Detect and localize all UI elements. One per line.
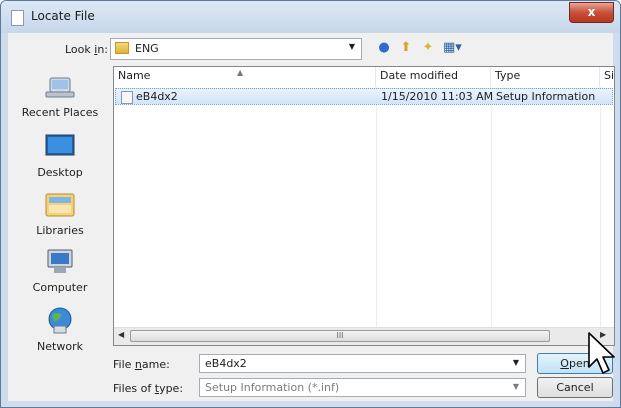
look-in-label: Look in:	[65, 43, 109, 56]
file-date-cell: 1/15/2010 11:03 AM	[381, 90, 494, 103]
computer-icon	[42, 247, 78, 277]
back-icon[interactable]: ●	[376, 40, 392, 56]
column-header-type[interactable]: Type	[491, 67, 600, 87]
locate-file-dialog: Locate File x Look in: ENG ▼ ● ⬆ ✦ ▦▾ Re	[0, 0, 621, 408]
close-button[interactable]: x	[569, 2, 614, 23]
file-name-cell: eB4dx2	[136, 90, 178, 103]
column-divider	[491, 87, 492, 337]
place-recent-places[interactable]: Recent Places	[10, 72, 110, 119]
place-network[interactable]: Network	[10, 306, 110, 353]
window-title: Locate File	[31, 9, 95, 23]
dialog-body: Look in: ENG ▼ ● ⬆ ✦ ▦▾ Recent Places De…	[8, 33, 615, 401]
document-icon	[11, 10, 24, 26]
file-type-dropdown[interactable]: Setup Information (*.inf) ▼	[199, 378, 526, 397]
places-bar: Recent Places Desktop Libraries Computer…	[10, 66, 110, 356]
look-in-dropdown[interactable]: ENG ▼	[110, 38, 362, 60]
column-divider	[376, 87, 377, 337]
file-name-label: File name:	[113, 358, 170, 371]
place-label: Libraries	[36, 224, 84, 237]
chevron-down-icon[interactable]: ▼	[513, 358, 519, 367]
file-row[interactable]: eB4dx2 1/15/2010 11:03 AM Setup Informat…	[115, 88, 613, 105]
network-icon	[42, 306, 78, 336]
file-type-label: Files of type:	[113, 382, 184, 395]
place-label: Recent Places	[21, 106, 99, 119]
sort-ascending-icon: ▲	[237, 68, 244, 77]
place-label: Desktop	[37, 166, 83, 179]
file-type-value: Setup Information (*.inf)	[205, 381, 340, 394]
place-label: Network	[37, 340, 83, 353]
place-computer[interactable]: Computer	[10, 247, 110, 294]
place-label: Computer	[32, 281, 88, 294]
file-list[interactable]: Name ▲ Date modified Type Siz eB4dx2 1/1…	[113, 66, 615, 346]
place-libraries[interactable]: Libraries	[10, 190, 110, 237]
up-folder-icon[interactable]: ⬆	[398, 40, 414, 56]
horizontal-scrollbar[interactable]: ◀ III ▶	[114, 327, 614, 345]
column-header-date-modified[interactable]: Date modified	[376, 67, 491, 87]
chevron-down-icon: ▼	[512, 382, 519, 391]
recent-places-icon	[42, 72, 78, 102]
column-headers: Name ▲ Date modified Type Siz	[114, 67, 614, 87]
scrollbar-thumb[interactable]: III	[130, 330, 550, 342]
column-header-name[interactable]: Name ▲	[114, 67, 376, 87]
column-divider	[600, 87, 601, 337]
desktop-icon	[42, 132, 78, 162]
title-bar: Locate File x	[1, 1, 620, 33]
new-folder-icon[interactable]: ✦	[420, 40, 436, 56]
file-name-input[interactable]: eB4dx2	[205, 357, 247, 370]
libraries-icon	[42, 190, 78, 220]
folder-icon	[115, 42, 129, 54]
setup-file-icon	[121, 91, 133, 104]
mouse-cursor-icon	[588, 332, 615, 374]
chevron-down-icon: ▼	[348, 42, 355, 51]
scroll-left-icon[interactable]: ◀	[118, 330, 124, 339]
file-name-combo[interactable]: eB4dx2 ▼	[199, 354, 526, 373]
file-type-cell: Setup Information	[496, 90, 596, 103]
place-desktop[interactable]: Desktop	[10, 132, 110, 179]
view-menu-icon[interactable]: ▦▾	[443, 40, 462, 56]
look-in-value: ENG	[135, 42, 159, 55]
column-header-size[interactable]: Siz	[600, 67, 614, 87]
